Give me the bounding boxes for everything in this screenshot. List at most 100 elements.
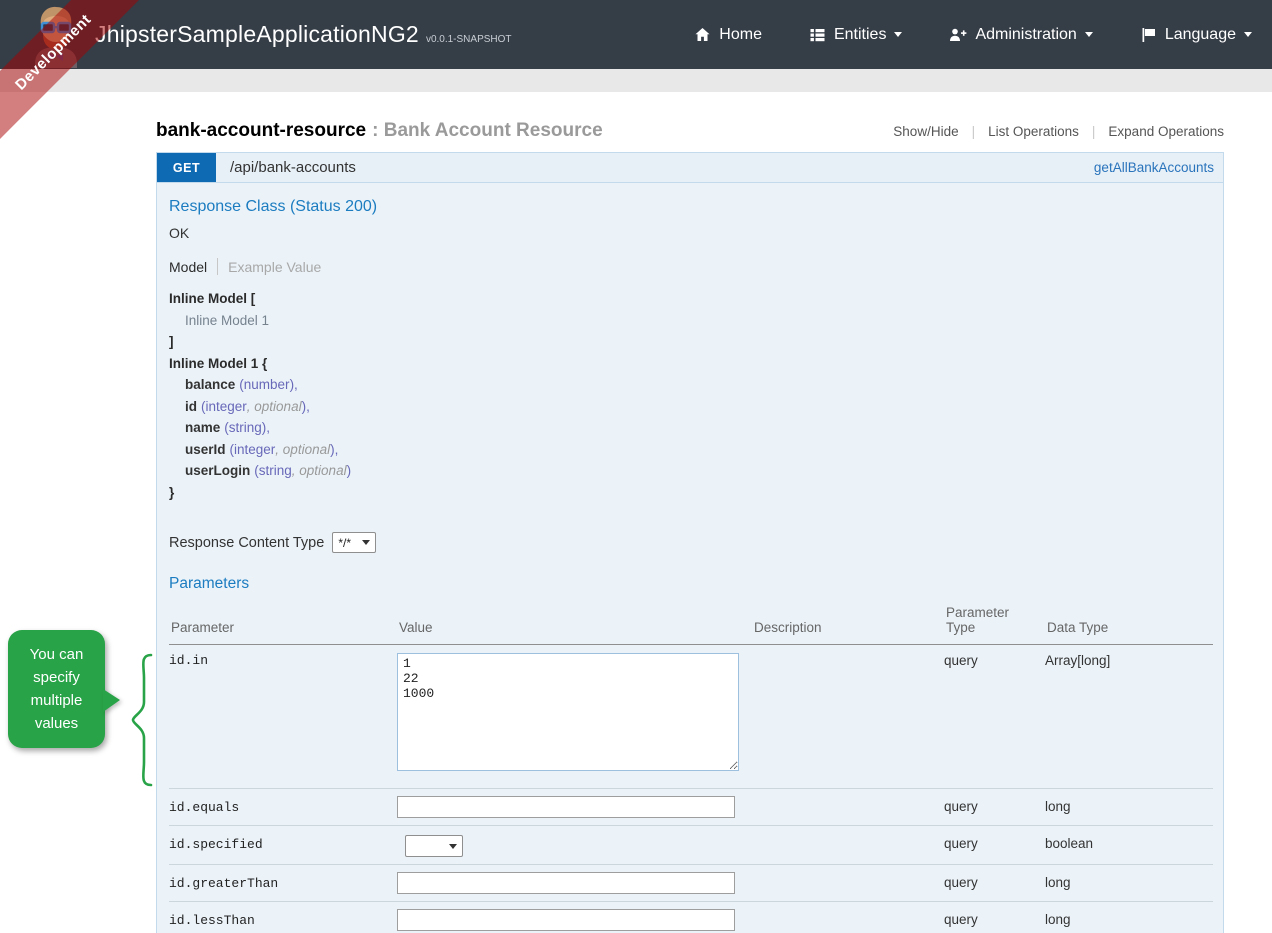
id-in-textarea[interactable]: 1 22 1000 (397, 653, 739, 771)
model-property: name(string), (169, 417, 1211, 439)
model-property: userId(integer, optional), (169, 439, 1211, 461)
param-description (752, 902, 944, 933)
model-array-open: Inline Model [ (169, 288, 1211, 310)
id-specified-select[interactable] (405, 835, 463, 857)
resource-subtitle: : Bank Account Resource (372, 120, 603, 141)
param-name: id.specified (169, 826, 397, 865)
resource-links: Show/Hide | List Operations | Expand Ope… (893, 124, 1224, 139)
operation-nickname-link[interactable]: getAllBankAccounts (1094, 153, 1214, 182)
param-row-id-equals: id.equals query long (169, 789, 1213, 826)
param-data-type: Array[long] (1045, 645, 1213, 789)
link-separator: | (972, 124, 976, 139)
nav-item-label: Administration (975, 26, 1076, 44)
chevron-down-icon (1244, 32, 1252, 41)
col-header-description: Description (752, 601, 944, 645)
select-caret-icon (362, 540, 370, 549)
parameters-table: Parameter Value Description Parameter Ty… (169, 601, 1213, 933)
param-description (752, 789, 944, 826)
model-tabs: Model Example Value (169, 258, 1211, 275)
select-caret-icon (449, 844, 457, 853)
bubble-pointer-icon (103, 689, 120, 712)
id-greaterthan-input[interactable] (397, 872, 735, 894)
expand-operations-link[interactable]: Expand Operations (1108, 124, 1224, 139)
param-type: query (944, 902, 1045, 933)
model-property: userLogin(string, optional) (169, 460, 1211, 482)
model-property: balance(number), (169, 374, 1211, 396)
response-status-text: OK (169, 225, 1211, 241)
col-header-data-type: Data Type (1045, 601, 1213, 645)
operation-header-bar[interactable]: GET /api/bank-accounts getAllBankAccount… (156, 152, 1224, 183)
link-separator: | (1092, 124, 1096, 139)
param-data-type: long (1045, 865, 1213, 902)
nav-menu: Home Entities Administration Language (694, 0, 1252, 69)
param-data-type: long (1045, 789, 1213, 826)
list-icon (809, 27, 826, 43)
resource-name: bank-account-resource (156, 120, 366, 141)
response-content-type-label: Response Content Type (169, 535, 324, 551)
operation-path[interactable]: /api/bank-accounts (230, 153, 356, 182)
param-name: id.equals (169, 789, 397, 826)
param-row-id-lessthan: id.lessThan query long (169, 902, 1213, 933)
response-content-type-select[interactable]: */* (332, 532, 376, 553)
chevron-down-icon (894, 32, 902, 41)
list-operations-link[interactable]: List Operations (988, 124, 1079, 139)
nav-item-administration[interactable]: Administration (949, 26, 1092, 44)
param-data-type: long (1045, 902, 1213, 933)
param-data-type: boolean (1045, 826, 1213, 865)
model-signature: Inline Model [ Inline Model 1 ] Inline M… (169, 288, 1211, 503)
brand-link[interactable]: JhipsterSampleApplicationNG2 v0.0.1-SNAP… (95, 0, 512, 69)
col-header-parameter-type: Parameter Type (944, 601, 1045, 645)
model-array-item: Inline Model 1 (169, 310, 1211, 332)
col-header-value: Value (397, 601, 752, 645)
param-name: id.in (169, 645, 397, 789)
http-method-badge[interactable]: GET (157, 153, 216, 182)
brand-version: v0.0.1-SNAPSHOT (426, 34, 512, 45)
brand-title: JhipsterSampleApplicationNG2 (95, 21, 419, 48)
param-type: query (944, 865, 1045, 902)
model-property: id(integer, optional), (169, 396, 1211, 418)
operation-get-bank-accounts: GET /api/bank-accounts getAllBankAccount… (156, 152, 1224, 933)
id-equals-input[interactable] (397, 796, 735, 818)
id-lessthan-input[interactable] (397, 909, 735, 931)
navbar: JhipsterSampleApplicationNG2 v0.0.1-SNAP… (0, 0, 1272, 69)
nav-item-label: Entities (834, 26, 886, 44)
nav-item-label: Home (719, 26, 762, 44)
annotation-text: You can specify multiple values (30, 646, 84, 732)
param-type: query (944, 645, 1045, 789)
jhipster-avatar-logo (27, 4, 85, 68)
home-icon (694, 27, 711, 43)
nav-item-label: Language (1165, 26, 1236, 44)
annotation-bubble: You can specify multiple values (8, 630, 105, 748)
response-class-heading: Response Class (Status 200) (169, 198, 1211, 216)
param-name: id.lessThan (169, 902, 397, 933)
nav-item-entities[interactable]: Entities (809, 26, 902, 44)
chevron-down-icon (1085, 32, 1093, 41)
nav-item-home[interactable]: Home (694, 26, 762, 44)
param-description (752, 826, 944, 865)
operation-body: Response Class (Status 200) OK Model Exa… (156, 183, 1224, 933)
parameters-heading: Parameters (169, 575, 1211, 593)
param-description (752, 645, 944, 789)
resource-title: bank-account-resource : Bank Account Reso… (156, 120, 603, 142)
model-object-close: } (169, 482, 1211, 504)
flag-icon (1140, 27, 1157, 43)
param-row-id-specified: id.specified query boolean (169, 826, 1213, 865)
col-header-parameter: Parameter (169, 601, 397, 645)
param-name: id.greaterThan (169, 865, 397, 902)
param-description (752, 865, 944, 902)
resource-header: bank-account-resource : Bank Account Reso… (156, 120, 1224, 142)
param-row-id-greaterthan: id.greaterThan query long (169, 865, 1213, 902)
model-object-open: Inline Model 1 { (169, 353, 1211, 375)
tab-model[interactable]: Model (169, 259, 207, 275)
param-type: query (944, 826, 1045, 865)
tab-separator (217, 258, 218, 275)
tab-example-value[interactable]: Example Value (228, 259, 321, 275)
param-type: query (944, 789, 1045, 826)
annotation-brace-icon (126, 652, 154, 788)
swagger-container: bank-account-resource : Bank Account Reso… (156, 92, 1224, 933)
sub-navbar-strip (0, 69, 1272, 92)
user-plus-icon (949, 27, 967, 43)
show-hide-link[interactable]: Show/Hide (893, 124, 958, 139)
nav-item-language[interactable]: Language (1140, 26, 1252, 44)
param-row-id-in: id.in 1 22 1000 query Array[long] (169, 645, 1213, 789)
